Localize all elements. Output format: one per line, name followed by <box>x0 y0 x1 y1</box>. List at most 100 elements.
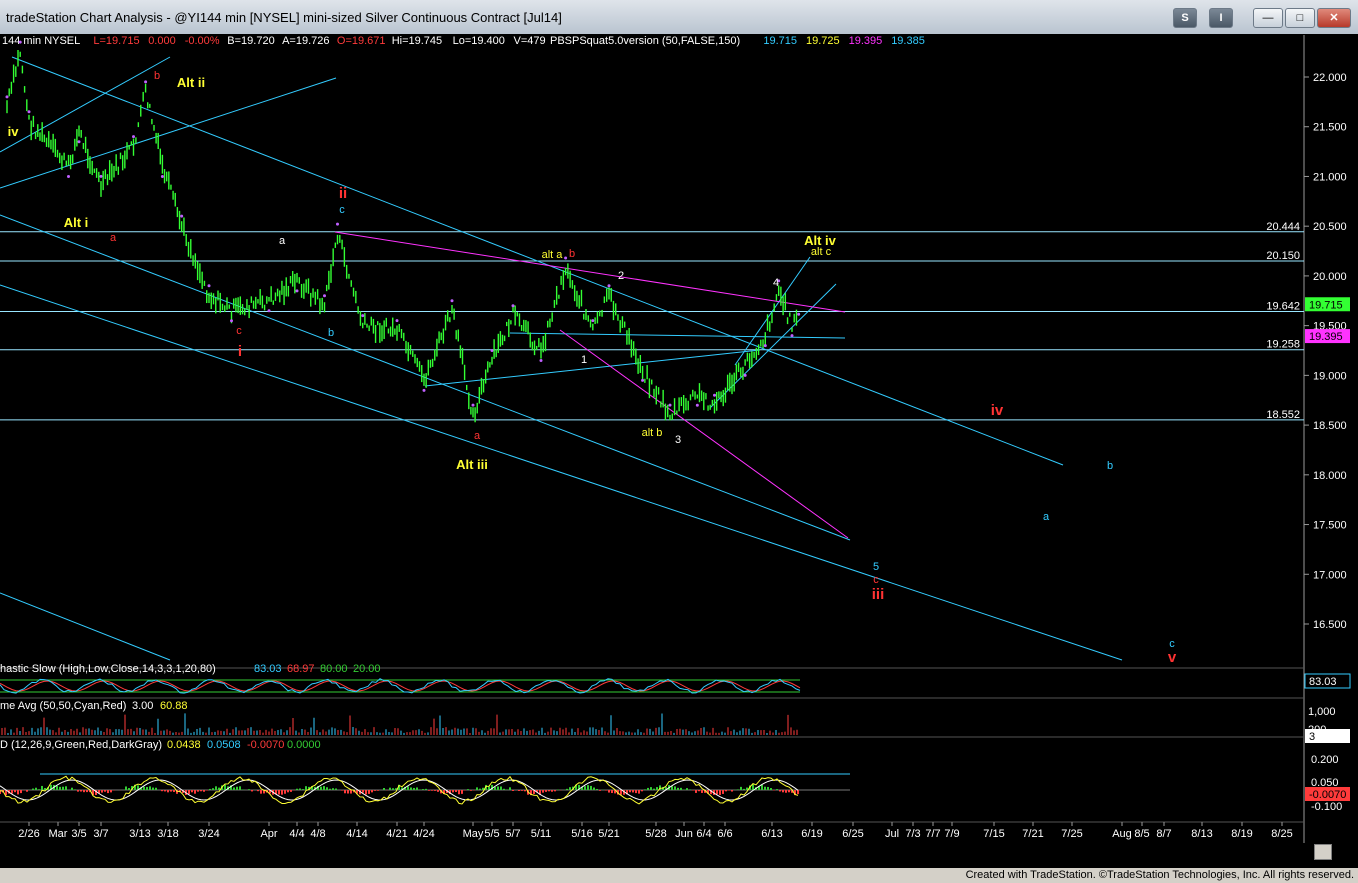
wave-label: b <box>154 70 160 82</box>
pivot-dot <box>207 284 211 288</box>
date-tick-label: 5/7 <box>505 828 520 840</box>
pivot-dot <box>450 299 454 303</box>
volume-value: 60.88 <box>160 700 188 712</box>
wave-label: a <box>279 235 286 247</box>
date-tick-label: 5/5 <box>484 828 499 840</box>
volume-value: 3.00 <box>132 700 153 712</box>
header-field-0: 144 min NYSEL <box>2 35 80 47</box>
price-tick-label: 21.500 <box>1313 122 1347 134</box>
window-titlebar: tradeStation Chart Analysis - @YI144 min… <box>0 0 1358 35</box>
pivot-dot <box>743 373 747 377</box>
wave-label: Alt ii <box>177 75 205 90</box>
maximize-button[interactable]: □ <box>1285 8 1315 28</box>
wave-label: 1 <box>581 354 587 366</box>
last-price-badge-text: 19.715 <box>1309 299 1343 311</box>
macd-value: -0.0070 <box>247 739 284 751</box>
wave-label: 2 <box>618 270 624 282</box>
pivot-dot <box>695 403 699 407</box>
pivot-dot <box>668 403 672 407</box>
macd-value: 0.0000 <box>287 739 321 751</box>
header-field-10: PBSPSquat5.0version (50,FALSE,150) <box>550 35 740 47</box>
date-tick-label: Jul <box>885 828 899 840</box>
stochastic-value: 83.03 <box>254 663 282 675</box>
date-tick-label: 5/28 <box>645 828 666 840</box>
wave-label: alt c <box>811 246 832 258</box>
price-tick-label: 17.000 <box>1313 569 1347 581</box>
date-tick-label: 3/18 <box>157 828 178 840</box>
header-field-12: 19.725 <box>806 35 840 47</box>
date-tick-label: 3/24 <box>198 828 219 840</box>
pivot-dot <box>511 304 515 308</box>
pivot-dot <box>395 319 399 323</box>
date-tick-label: Apr <box>260 828 277 840</box>
pivot-dot <box>67 175 70 179</box>
date-tick-label: 4/8 <box>310 828 325 840</box>
header-field-6: O=19.671 <box>337 35 386 47</box>
header-field-3: -0.00% <box>185 35 220 47</box>
header-field-2: 0.000 <box>148 35 176 47</box>
i-button[interactable]: I <box>1209 8 1233 28</box>
indicator-badge-text: 19.395 <box>1309 331 1343 343</box>
pivot-dot <box>361 314 365 318</box>
pivot-dot <box>797 312 801 316</box>
date-tick-label: 7/3 <box>905 828 920 840</box>
pivot-dot <box>539 359 543 362</box>
scroll-right-button[interactable] <box>1314 844 1332 860</box>
date-tick-label: 8/7 <box>1156 828 1171 840</box>
pivot-dot <box>471 403 475 407</box>
date-tick-label: 2/26 <box>18 828 39 840</box>
price-tick-label: 20.500 <box>1313 221 1347 233</box>
level-label: 18.552 <box>1266 409 1300 421</box>
window-title: tradeStation Chart Analysis - @YI144 min… <box>6 10 562 25</box>
wave-label: c <box>339 204 345 216</box>
wave-label: b <box>1107 460 1113 472</box>
close-button[interactable]: ✕ <box>1317 8 1351 28</box>
date-tick-label: 8/19 <box>1231 828 1252 840</box>
wave-label: b <box>328 327 334 339</box>
pivot-dot <box>564 256 568 260</box>
level-label: 20.444 <box>1266 221 1300 233</box>
date-tick-label: 6/25 <box>842 828 863 840</box>
pivot-dot <box>422 388 426 392</box>
date-tick-label: 5/11 <box>531 828 552 840</box>
wave-label: a <box>474 430 481 442</box>
date-tick-label: Aug <box>1112 828 1132 840</box>
price-tick-label: 17.500 <box>1313 520 1347 532</box>
wave-label: a <box>110 232 117 244</box>
wave-label: a <box>1043 511 1050 523</box>
date-tick-label: 7/21 <box>1022 828 1043 840</box>
date-tick-label: 8/5 <box>1134 828 1149 840</box>
header-field-4: B=19.720 <box>227 35 274 47</box>
date-tick-label: 4/14 <box>346 828 367 840</box>
pivot-dot <box>27 110 31 114</box>
wave-label: alt b <box>642 427 663 439</box>
status-bar: Created with TradeStation. ©TradeStation… <box>0 868 1358 883</box>
horizontal-scrollbar[interactable] <box>0 843 1340 861</box>
header-field-13: 19.395 <box>849 35 883 47</box>
chart-background <box>0 34 1358 868</box>
wave-label: ii <box>339 185 347 202</box>
minimize-button[interactable]: — <box>1253 8 1283 28</box>
pivot-dot <box>713 393 716 397</box>
pivot-dot <box>180 214 184 218</box>
pivot-dot <box>763 344 767 348</box>
pivot-dot <box>490 348 494 352</box>
pivot-dot <box>132 135 135 139</box>
price-chart[interactable]: 144 min NYSEL L=19.715 0.000 -0.00% B=19.720… <box>0 34 1358 868</box>
wave-label: 3 <box>675 434 681 446</box>
level-label: 19.258 <box>1266 339 1300 351</box>
credit-text: Created with TradeStation. ©TradeStation… <box>965 869 1354 881</box>
wave-label: c <box>236 325 242 337</box>
pivot-dot <box>5 95 9 99</box>
stochastic-value: 20.00 <box>353 663 381 675</box>
pivot-dot <box>230 319 233 323</box>
date-tick-label: 5/21 <box>598 828 619 840</box>
s-button[interactable]: S <box>1173 8 1197 28</box>
macd-value: 0.0438 <box>167 739 201 751</box>
pivot-dot <box>790 334 794 338</box>
pivot-dot <box>267 309 271 313</box>
pivot-dot <box>591 319 595 323</box>
date-tick-label: 4/21 <box>386 828 407 840</box>
pivot-dot <box>336 222 339 226</box>
date-tick-label: 8/25 <box>1271 828 1292 840</box>
